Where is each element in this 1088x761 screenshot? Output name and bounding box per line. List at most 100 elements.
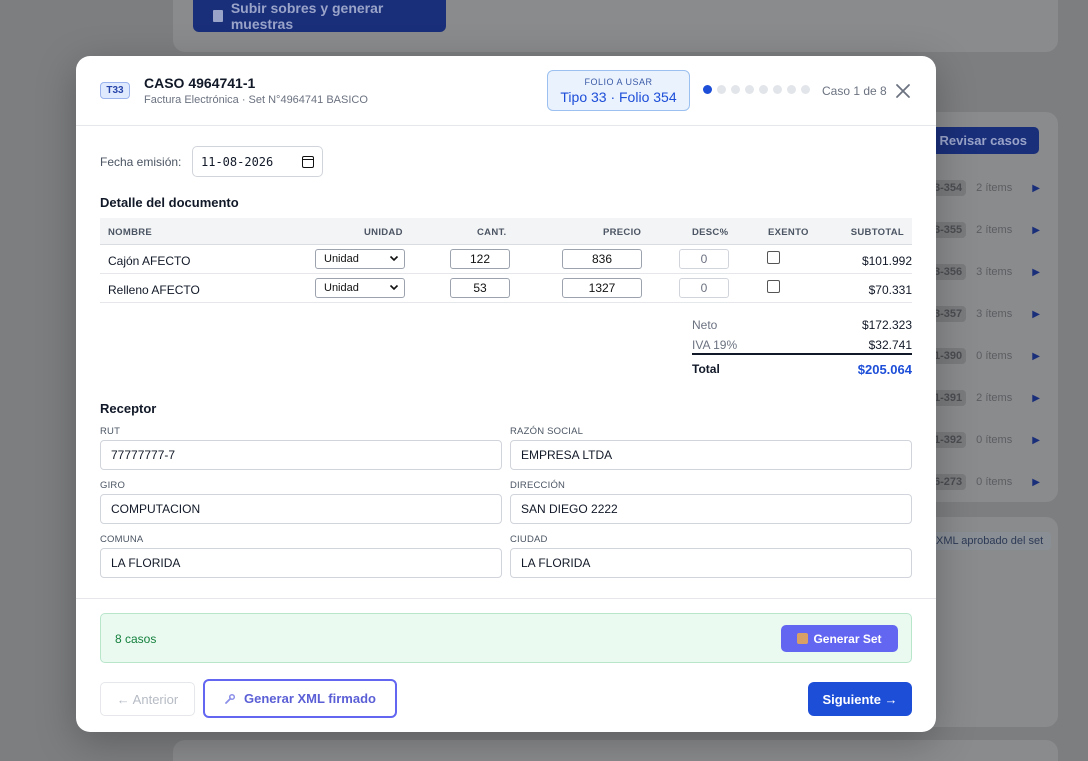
rut-label: RUT [100,426,121,437]
background-case-row: 6-273 0 ítems ▶ [930,472,1040,492]
play-icon: ▶ [1032,476,1040,488]
item-name: Cajón AFECTO [108,254,191,268]
calendar-icon[interactable] [302,155,314,168]
background-case-row: 3-356 3 ítems ▶ [930,262,1040,282]
play-icon: ▶ [1032,182,1040,194]
col-qty: CANT. [477,227,507,238]
progress-dot[interactable] [787,85,796,94]
col-exempt: EXENTO [768,227,809,238]
unit-select[interactable]: Unidad [315,249,405,269]
iva-value: $32.741 [868,338,912,352]
price-input[interactable]: 1327 [562,278,642,298]
chevron-down-icon [389,255,399,262]
progress-dot[interactable] [773,85,782,94]
item-subtotal: $70.331 [868,283,912,297]
neto-value: $172.323 [861,318,912,332]
col-price: PRECIO [603,227,642,238]
case-subtitle: Factura Electrónica · Set N°4964741 BASI… [144,94,368,106]
razon-social-input[interactable]: EMPRESA LTDA [510,440,912,470]
play-icon: ▶ [1032,266,1040,278]
total-label: Total [692,362,720,376]
progress-dot[interactable] [745,85,754,94]
discount-input[interactable]: 0 [679,249,729,269]
background-case-row: 1-390 0 ítems ▶ [930,346,1040,366]
iva-label: IVA 19% [692,338,738,352]
table-row: Relleno AFECTO Unidad 53 1327 0 $70.331 [100,274,912,303]
unit-select[interactable]: Unidad [315,278,405,298]
background-case-row: 1-391 2 ítems ▶ [930,388,1040,408]
giro-input[interactable]: COMPUTACION [100,494,502,524]
giro-label: GIRO [100,480,126,491]
play-icon: ▶ [1032,224,1040,236]
folio-label: FOLIO A USAR [584,77,653,87]
progress-dot[interactable] [731,85,740,94]
close-icon[interactable] [894,82,912,100]
exempt-checkbox[interactable] [767,251,780,264]
progress-dot[interactable] [759,85,768,94]
direccion-label: DIRECCIÓN [510,480,566,491]
case-title: CASO 4964741-1 [144,75,256,91]
receptor-section-title: Receptor [100,401,157,416]
chevron-down-icon [389,284,399,291]
modal-header: T33 CASO 4964741-1 Factura Electrónica ·… [76,56,936,126]
col-discount: DESC% [692,227,729,238]
document-type-badge: T33 [100,82,130,99]
cases-count-text: 8 casos [115,632,157,646]
ciudad-input[interactable]: LA FLORIDA [510,548,912,578]
comuna-input[interactable]: LA FLORIDA [100,548,502,578]
generate-signed-xml-button[interactable]: Generar XML firmado [203,679,397,718]
play-icon: ▶ [1032,434,1040,446]
case-counter: Caso 1 de 8 [822,84,887,98]
background-case-row: 1-392 0 ítems ▶ [930,430,1040,450]
col-name: NOMBRE [108,227,153,238]
play-icon: ▶ [1032,350,1040,362]
generate-set-button[interactable]: Generar Set [781,625,898,652]
progress-dot[interactable] [801,85,810,94]
play-icon: ▶ [1032,392,1040,404]
discount-input[interactable]: 0 [679,278,729,298]
col-unit: UNIDAD [364,227,403,238]
background-case-row: 3-354 2 ítems ▶ [930,178,1040,198]
quantity-input[interactable]: 53 [450,278,510,298]
razon-social-label: RAZÓN SOCIAL [510,426,584,437]
totals-divider [692,353,912,355]
xml-approved-badge: XML aprobado del set [928,532,1052,550]
wrench-icon [225,693,236,704]
col-subtotal: SUBTOTAL [850,227,904,238]
progress-dot[interactable] [703,85,712,94]
total-row: Total $205.064 [692,362,912,377]
item-name: Relleno AFECTO [108,283,200,297]
play-icon: ▶ [1032,308,1040,320]
emission-date-label: Fecha emisión: [100,155,182,169]
quantity-input[interactable]: 122 [450,249,510,269]
direccion-input[interactable]: SAN DIEGO 2222 [510,494,912,524]
case-progress-dots [703,85,810,94]
next-button[interactable]: Siguiente → [808,682,912,716]
emission-date-input[interactable]: 11-08-2026 [192,146,323,177]
case-modal: T33 CASO 4964741-1 Factura Electrónica ·… [76,56,936,732]
price-input[interactable]: 836 [562,249,642,269]
ciudad-label: CIUDAD [510,534,548,545]
detail-section-title: Detalle del documento [100,195,239,210]
background-case-row: 3-355 2 ítems ▶ [930,220,1040,240]
iva-row: IVA 19% $32.741 [692,338,912,352]
exempt-checkbox[interactable] [767,280,780,293]
footer-divider [76,598,936,599]
background-case-row: 3-357 3 ítems ▶ [930,304,1040,324]
previous-button[interactable]: ← Anterior [100,682,195,716]
neto-row: Neto $172.323 [692,318,912,332]
background-card-bottom [173,740,1058,761]
review-cases-button: Revisar casos [930,127,1039,154]
package-icon [797,633,809,644]
total-value: $205.064 [857,362,912,377]
progress-dot[interactable] [717,85,726,94]
neto-label: Neto [692,318,718,332]
rut-input[interactable]: 77777777-7 [100,440,502,470]
detail-table-header: NOMBRE UNIDAD CANT. PRECIO DESC% EXENTO … [100,218,912,245]
document-icon [213,10,223,22]
folio-value: Tipo 33 · Folio 354 [560,89,677,105]
folio-box: FOLIO A USAR Tipo 33 · Folio 354 [547,70,690,111]
upload-envelopes-button: Subir sobres y generar muestras [193,0,446,32]
item-subtotal: $101.992 [861,254,912,268]
comuna-label: COMUNA [100,534,144,545]
